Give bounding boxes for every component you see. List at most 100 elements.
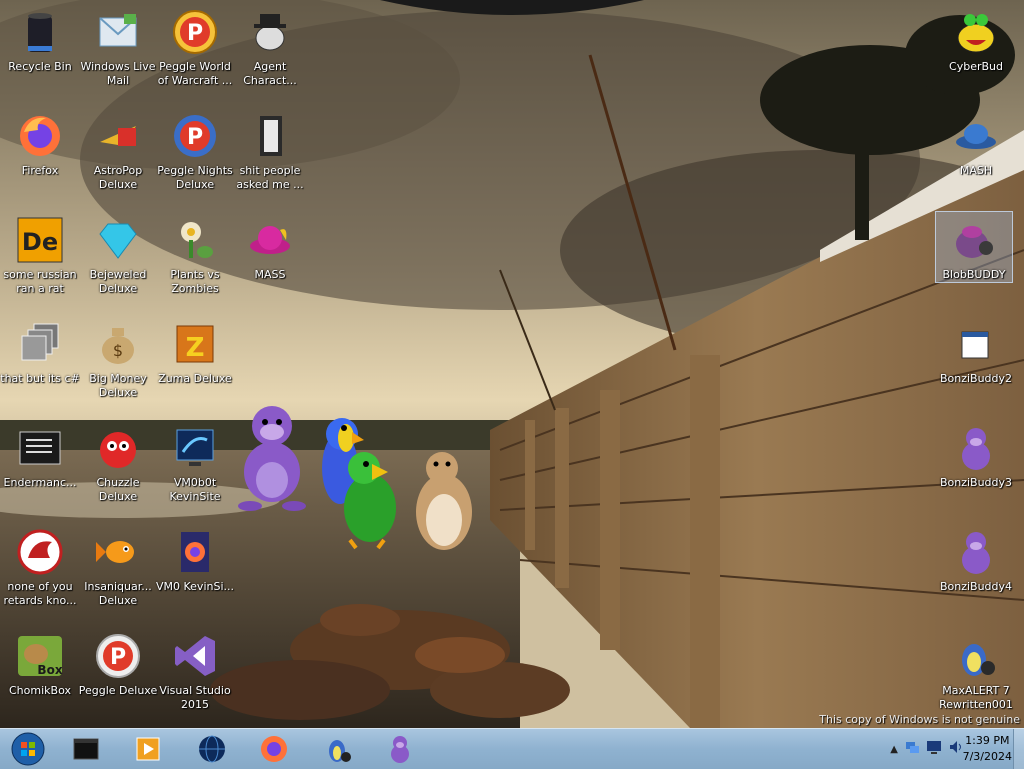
astropop-deluxe[interactable]: AstroPop Deluxe xyxy=(78,108,158,204)
windows-stack-icon xyxy=(16,320,64,368)
taskbar-agent-parrot[interactable] xyxy=(310,732,366,766)
windows-live-mail[interactable]: Windows Live Mail xyxy=(78,4,158,100)
folder-shit-people-asked[interactable]: shit people asked me ... xyxy=(230,108,310,204)
astropop-icon xyxy=(94,112,142,160)
console-icon xyxy=(16,424,64,472)
green-parrot-agent[interactable] xyxy=(330,446,410,550)
bonzi-icon xyxy=(952,424,1000,472)
hat-icon xyxy=(246,216,294,264)
agent-character-icon xyxy=(246,8,294,56)
icon-label: ChomikBox xyxy=(9,684,71,697)
big-money-deluxe[interactable]: $ Big Money Deluxe xyxy=(78,316,158,412)
clock-date: 7/3/2024 xyxy=(962,750,1012,763)
blobbuddy[interactable]: BlobBUDDY xyxy=(935,211,1013,283)
icon-label: Endermanc... xyxy=(3,476,77,489)
peggle-deluxe[interactable]: P Peggle Deluxe xyxy=(78,628,158,724)
taskbar-globe[interactable] xyxy=(184,732,240,766)
icon-label: MASH xyxy=(959,164,993,177)
network-icon[interactable] xyxy=(904,739,920,759)
chuzzle-icon xyxy=(94,424,142,472)
svg-text:P: P xyxy=(187,125,203,150)
icon-label: Insaniquar... Deluxe xyxy=(84,580,152,607)
icon-label: CyberBud xyxy=(949,60,1003,73)
none-of-you-retards-kno[interactable]: none of you retards kno... xyxy=(0,524,80,620)
firefox-icon xyxy=(261,736,287,762)
bonzibuddy3[interactable]: BonziBuddy3 xyxy=(936,420,1016,516)
icon-label: VM0 KevinSi... xyxy=(155,580,234,593)
that-but-its-csharp[interactable]: that but its c# xyxy=(0,316,80,412)
volume-icon[interactable] xyxy=(948,739,964,759)
desktop[interactable]: Recycle Bin Windows Live Mail P Peggle W… xyxy=(0,0,1024,728)
icon-label: Agent Charact... xyxy=(243,60,297,87)
clock[interactable]: 1:39 PM 7/3/2024 xyxy=(963,733,1012,765)
money-bag-icon: $ xyxy=(94,320,142,368)
peggle-nights-deluxe[interactable]: P Peggle Nights Deluxe xyxy=(155,108,235,204)
bejeweled-deluxe[interactable]: Bejeweled Deluxe xyxy=(78,212,158,308)
icon-label: Visual Studio 2015 xyxy=(159,684,231,711)
icon-label: MaxALERT 7 Rewritten001 xyxy=(939,684,1013,711)
some-russian-ran-a-rat[interactable]: De some russian ran a rat xyxy=(0,212,80,308)
icon-label: Plants vs Zombies xyxy=(170,268,220,295)
maxalert[interactable]: MaxALERT 7 Rewritten001 xyxy=(936,628,1016,724)
vm0-kevinsite[interactable]: VM0 KevinSi... xyxy=(155,524,235,620)
chomikbox[interactable]: Box ChomikBox xyxy=(0,628,80,724)
start-orb-icon xyxy=(11,732,45,766)
zuma-deluxe[interactable]: Z Zuma Deluxe xyxy=(155,316,235,412)
bonzibuddy2[interactable]: BonziBuddy2 xyxy=(936,316,1016,412)
system-tray: ▲ xyxy=(890,729,964,769)
icon-label: Zuma Deluxe xyxy=(158,372,232,385)
hamster-agent[interactable] xyxy=(410,448,476,552)
icon-label: none of you retards kno... xyxy=(3,580,77,607)
icon-label: AstroPop Deluxe xyxy=(93,164,143,191)
firefox-doc-icon xyxy=(171,528,219,576)
peggle-wow[interactable]: P Peggle World of Warcraft ... xyxy=(155,4,235,100)
icon-label: Windows Live Mail xyxy=(80,60,156,87)
icon-label: BonziBuddy2 xyxy=(939,372,1013,385)
icon-label: Peggle Deluxe xyxy=(78,684,158,697)
taskbar-terminal[interactable] xyxy=(58,732,114,766)
chuzzle-deluxe[interactable]: Chuzzle Deluxe xyxy=(78,420,158,516)
taskbar-firefox[interactable] xyxy=(246,732,302,766)
endermanc[interactable]: Endermanc... xyxy=(0,420,80,516)
mass[interactable]: MASS xyxy=(230,212,310,308)
monitor-icon[interactable] xyxy=(926,739,942,759)
icon-label: BonziBuddy4 xyxy=(939,580,1013,593)
icon-label: BlobBUDDY xyxy=(942,268,1006,281)
flower-icon xyxy=(171,216,219,264)
firefox[interactable]: Firefox xyxy=(0,108,80,204)
window-icon xyxy=(952,320,1000,368)
blob-icon xyxy=(950,216,998,264)
icon-label: some russian ran a rat xyxy=(3,268,77,295)
chomikbox-icon: Box xyxy=(16,632,64,680)
taskbar-media-player[interactable] xyxy=(120,732,176,766)
insaniquarium-deluxe[interactable]: Insaniquar... Deluxe xyxy=(78,524,158,620)
icon-label: Recycle Bin xyxy=(8,60,72,73)
icon-label: Big Money Deluxe xyxy=(89,372,147,399)
show-desktop-button[interactable] xyxy=(1013,729,1024,769)
vm0b0t-kevinsite[interactable]: VM0b0t KevinSite xyxy=(155,420,235,516)
recycle-bin[interactable]: Recycle Bin xyxy=(0,4,80,100)
icon-label: Bejeweled Deluxe xyxy=(89,268,147,295)
windows-not-genuine-watermark: This copy of Windows is not genuine xyxy=(819,713,1020,726)
icon-label: shit people asked me ... xyxy=(236,164,304,191)
start-button[interactable] xyxy=(0,732,56,766)
peggle-icon: P xyxy=(171,8,219,56)
red-dragon-icon xyxy=(16,528,64,576)
plants-vs-zombies[interactable]: Plants vs Zombies xyxy=(155,212,235,308)
icon-label: Peggle World of Warcraft ... xyxy=(157,60,233,87)
cyberbud[interactable]: CyberBud xyxy=(936,4,1016,100)
agent-character[interactable]: Agent Charact... xyxy=(230,4,310,100)
peggle-nights-icon: P xyxy=(171,112,219,160)
icon-label: that but its c# xyxy=(0,372,80,385)
bonzibuddy4[interactable]: BonziBuddy4 xyxy=(936,524,1016,620)
visual-studio-2015[interactable]: Visual Studio 2015 xyxy=(155,628,235,724)
globe-icon xyxy=(199,735,225,763)
terminal-icon xyxy=(73,738,99,760)
show-hidden-arrow-icon[interactable]: ▲ xyxy=(890,744,898,755)
taskbar-bonzi[interactable] xyxy=(372,732,428,766)
gem-icon xyxy=(94,216,142,264)
mash[interactable]: MASH xyxy=(936,108,1016,204)
icon-label: VM0b0t KevinSite xyxy=(169,476,221,503)
folder-icon xyxy=(246,112,294,160)
bonzi-gorilla-agent[interactable] xyxy=(230,400,314,512)
